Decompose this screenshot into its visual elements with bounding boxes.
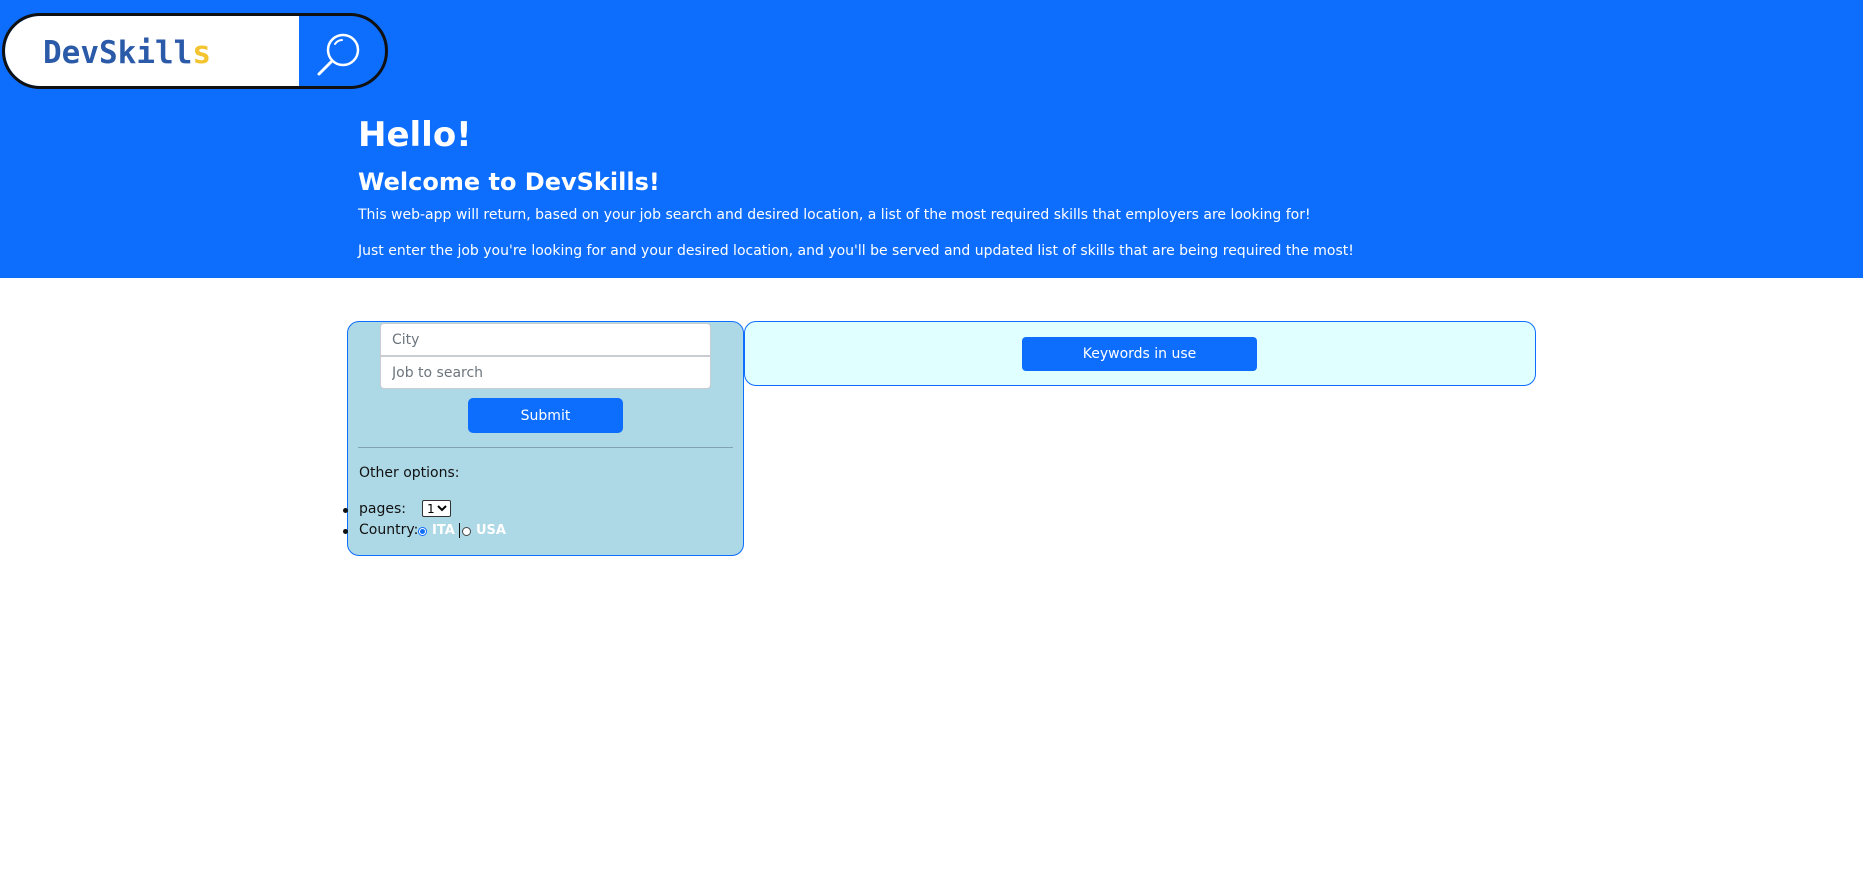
logo-text-main: DevSkill	[43, 35, 193, 71]
header-banner: DevSkills Hello! Welcome to DevSkills! T…	[0, 0, 1863, 278]
intro-description: This web-app will return, based on your …	[358, 207, 1311, 223]
welcome-heading: Welcome to DevSkills!	[358, 168, 660, 196]
logo-text-accent: s	[192, 35, 211, 71]
radio-separator	[459, 523, 460, 538]
job-search-input[interactable]	[380, 356, 711, 389]
list-bullet	[343, 529, 348, 534]
list-bullet	[343, 508, 348, 513]
logo: DevSkills	[43, 35, 211, 71]
pages-option: pages:	[343, 501, 406, 517]
other-options-heading: Other options:	[359, 465, 460, 481]
radio-label-ita: ITA	[432, 523, 455, 538]
radio-label-usa: USA	[476, 523, 506, 538]
radio-usa[interactable]	[462, 527, 471, 536]
divider	[358, 447, 733, 448]
logo-search-bar[interactable]: DevSkills	[2, 13, 388, 89]
logo-area: DevSkills	[5, 16, 299, 86]
instructions-description: Just enter the job you're looking for an…	[358, 243, 1354, 259]
search-icon-button[interactable]	[299, 16, 385, 86]
city-input[interactable]	[380, 323, 711, 356]
keywords-in-use-button[interactable]: Keywords in use	[1022, 337, 1257, 371]
radio-ita[interactable]	[418, 527, 427, 536]
pages-label: pages:	[359, 501, 406, 517]
hello-heading: Hello!	[358, 115, 472, 155]
submit-button[interactable]: Submit	[468, 398, 623, 433]
search-form-panel: Submit Other options: pages: 1 Country: …	[343, 321, 744, 556]
pages-select[interactable]: 1	[422, 500, 451, 517]
keywords-panel: Keywords in use	[744, 321, 1536, 386]
country-label: Country:	[359, 522, 419, 538]
search-icon	[317, 33, 360, 76]
country-option: Country:	[343, 522, 419, 538]
